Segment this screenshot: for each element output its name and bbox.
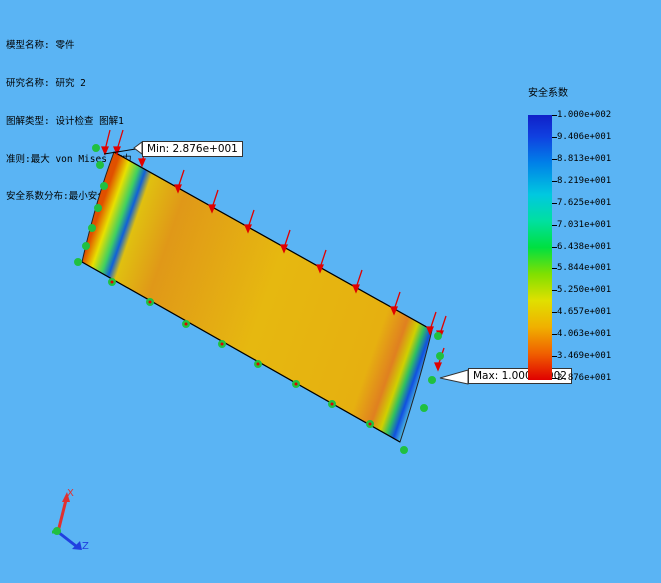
legend-tick-label: 4.063e+001 xyxy=(557,329,612,339)
axis-triad xyxy=(52,492,82,550)
legend-tick-label: 7.625e+001 xyxy=(557,198,612,208)
legend-title: 安全系数 xyxy=(528,88,568,99)
legend-color-bar xyxy=(528,115,552,380)
z-axis-label: Z xyxy=(82,541,89,552)
legend-tick-label: 2.876e+001 xyxy=(557,373,612,383)
legend-tick-label: 1.000e+002 xyxy=(557,110,612,120)
part-surface xyxy=(81,151,433,443)
legend-tick-label: 3.469e+001 xyxy=(557,351,612,361)
legend-tick-label: 5.250e+001 xyxy=(557,285,612,295)
legend-tick-label: 6.438e+001 xyxy=(557,242,612,252)
legend-tick-label: 8.813e+001 xyxy=(557,154,612,164)
legend-tick-label: 8.219e+001 xyxy=(557,176,612,186)
x-axis-label: X xyxy=(67,488,74,499)
legend-tick-label: 9.406e+001 xyxy=(557,132,612,142)
legend-tick-label: 7.031e+001 xyxy=(557,220,612,230)
min-callout[interactable]: Min: 2.876e+001 xyxy=(142,141,243,157)
legend-tick-label: 5.844e+001 xyxy=(557,263,612,273)
min-pointer xyxy=(133,141,143,155)
legend-tick-label: 4.657e+001 xyxy=(557,307,612,317)
max-leader xyxy=(439,369,469,385)
